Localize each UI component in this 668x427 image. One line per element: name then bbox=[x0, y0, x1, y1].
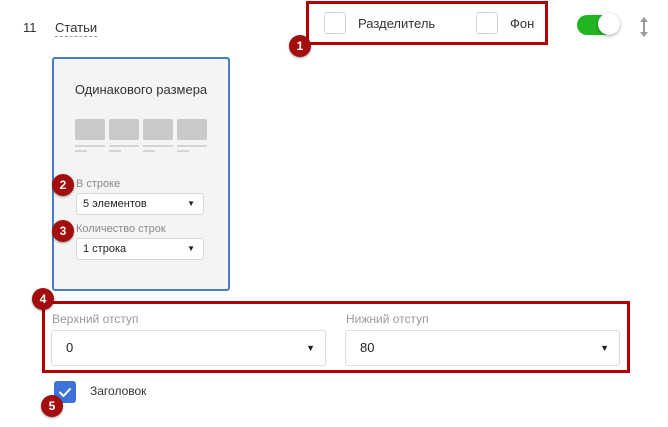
preview-text-line bbox=[143, 145, 173, 147]
divider-checkbox[interactable] bbox=[324, 12, 346, 34]
rows-count-label: Количество строк bbox=[76, 223, 166, 235]
preview-tile bbox=[143, 119, 173, 140]
annotation-badge-5: 5 bbox=[41, 395, 63, 417]
per-row-label: В строке bbox=[76, 178, 121, 190]
top-margin-label: Верхний отступ bbox=[52, 312, 139, 326]
preview-text-line bbox=[143, 150, 155, 152]
per-row-value: 5 элементов bbox=[83, 198, 147, 210]
per-row-select[interactable]: 5 элементов ▼ bbox=[76, 193, 204, 215]
preview-text-line bbox=[177, 150, 189, 152]
move-vertical-icon[interactable] bbox=[639, 16, 649, 38]
preview-tile bbox=[75, 119, 105, 140]
rows-count-value: 1 строка bbox=[83, 243, 127, 255]
preview-tile bbox=[177, 119, 207, 140]
preview-text-line bbox=[109, 145, 139, 147]
annotation-badge-3: 3 bbox=[52, 220, 74, 242]
toggle-knob[interactable] bbox=[598, 13, 620, 35]
heading-label: Заголовок bbox=[90, 384, 147, 398]
bottom-margin-value: 80 bbox=[360, 340, 375, 355]
row-title-link[interactable]: Статьи bbox=[55, 20, 98, 37]
layout-title: Одинакового размера bbox=[74, 82, 208, 97]
chevron-down-icon: ▼ bbox=[187, 199, 195, 208]
preview-tile bbox=[109, 119, 139, 140]
top-margin-value: 0 bbox=[66, 340, 74, 355]
background-label: Фон bbox=[510, 16, 535, 31]
row-number: 11 bbox=[23, 20, 37, 35]
background-checkbox[interactable] bbox=[476, 12, 498, 34]
annotation-badge-1: 1 bbox=[289, 35, 311, 57]
preview-text-line bbox=[75, 150, 87, 152]
annotation-badge-4: 4 bbox=[32, 288, 54, 310]
bottom-margin-select[interactable]: 80 ▼ bbox=[345, 330, 620, 366]
top-margin-select[interactable]: 0 ▼ bbox=[51, 330, 326, 366]
preview-text-line bbox=[177, 145, 207, 147]
bottom-margin-label: Нижний отступ bbox=[346, 312, 429, 326]
preview-text-line bbox=[75, 145, 105, 147]
chevron-down-icon: ▼ bbox=[600, 343, 609, 353]
chevron-down-icon: ▼ bbox=[306, 343, 315, 353]
annotation-badge-2: 2 bbox=[52, 174, 74, 196]
preview-text-line bbox=[109, 150, 121, 152]
divider-label: Разделитель bbox=[358, 16, 436, 31]
chevron-down-icon: ▼ bbox=[187, 244, 195, 253]
rows-count-select[interactable]: 1 строка ▼ bbox=[76, 238, 204, 260]
